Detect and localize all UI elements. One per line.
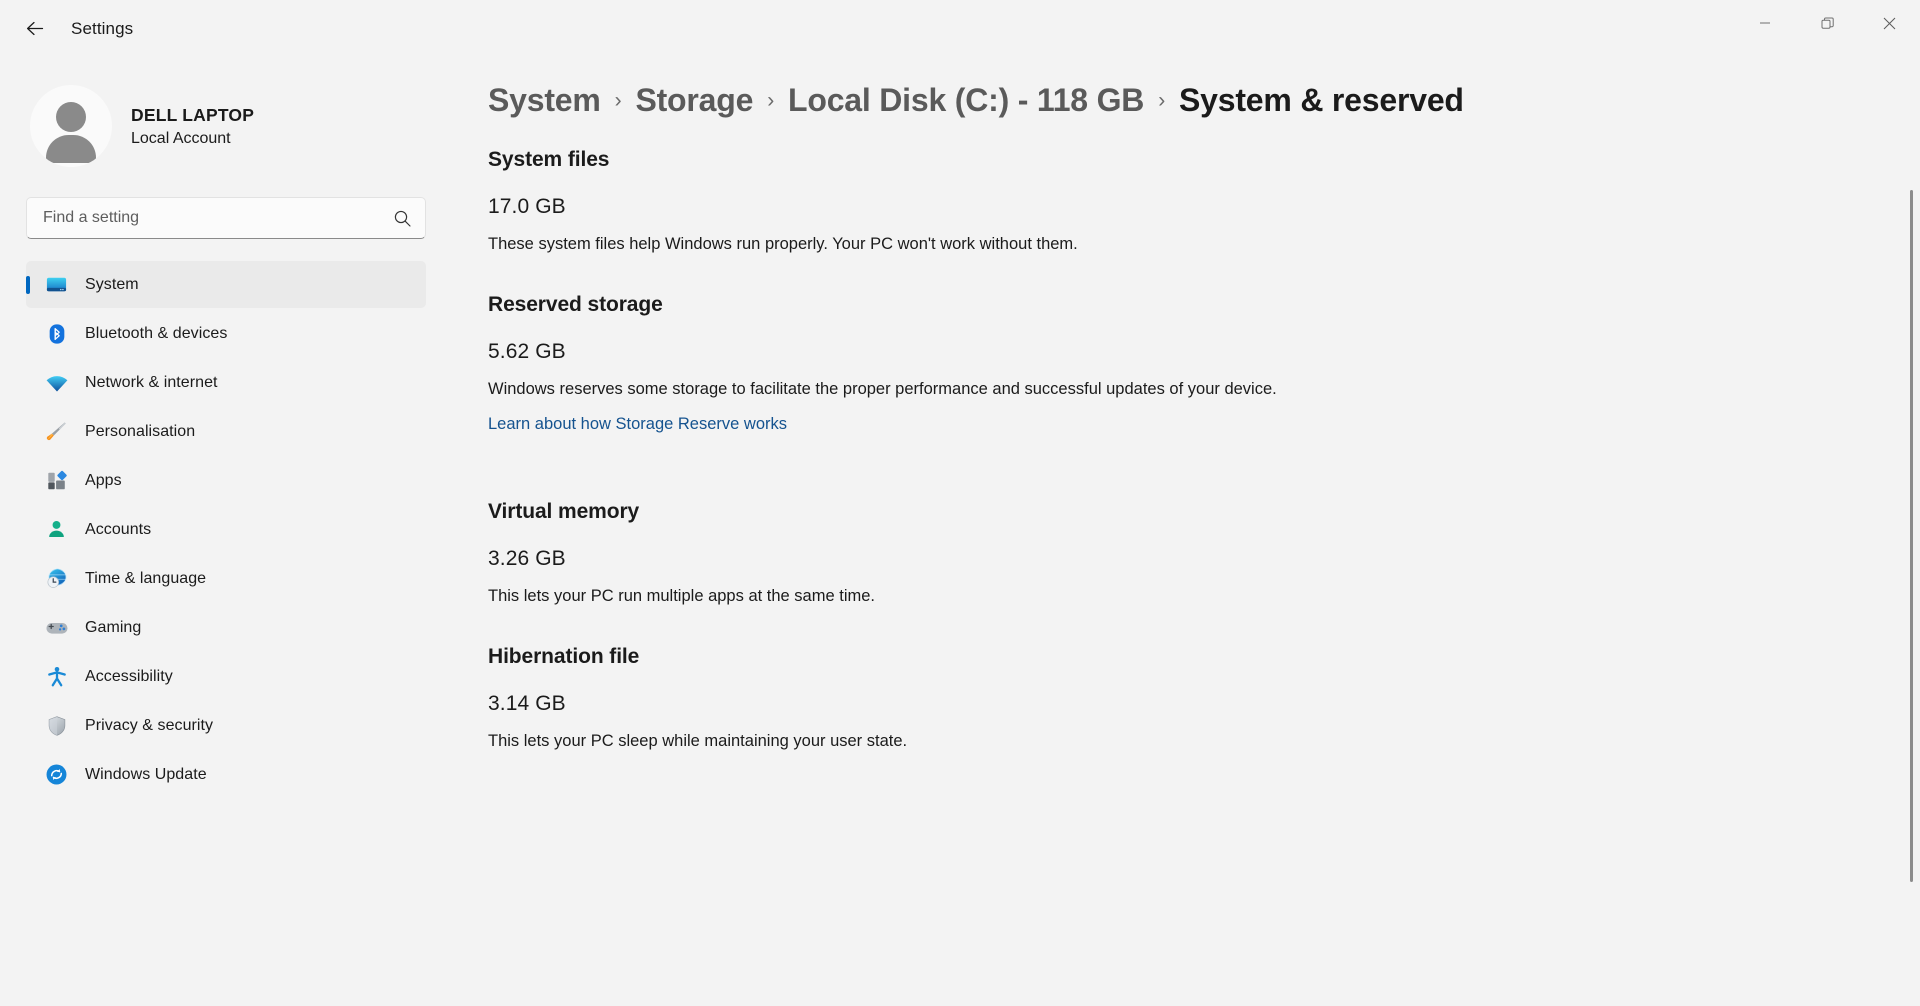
sidebar-item-time-language[interactable]: Time & language bbox=[26, 555, 426, 602]
section-heading: Hibernation file bbox=[488, 644, 640, 668]
section-description: These system files help Windows run prop… bbox=[488, 235, 1078, 253]
title-bar: Settings bbox=[0, 0, 1920, 57]
section-value: 17.0 GB bbox=[488, 195, 566, 218]
section-virtual-memory: Virtual memory 3.26 GB This lets your PC… bbox=[488, 500, 1920, 609]
breadcrumb-item-current: System & reserved bbox=[1178, 82, 1464, 118]
search-icon[interactable] bbox=[393, 209, 412, 228]
account-text: DELL LAPTOP Local Account bbox=[131, 104, 254, 148]
breadcrumb-item-local-disk[interactable]: Local Disk (C:) - 118 GB bbox=[788, 82, 1144, 119]
sidebar-item-label: Network & internet bbox=[85, 373, 218, 391]
update-icon bbox=[44, 762, 69, 787]
restore-icon bbox=[1821, 17, 1834, 29]
sidebar-item-personalisation[interactable]: Personalisation bbox=[26, 408, 426, 455]
section-value: 3.14 GB bbox=[488, 691, 566, 715]
paintbrush-icon bbox=[44, 419, 69, 444]
breadcrumb-separator: › bbox=[614, 89, 622, 112]
account-name: DELL LAPTOP bbox=[131, 105, 255, 126]
sidebar-item-label: Personalisation bbox=[85, 422, 196, 440]
wifi-icon bbox=[44, 370, 69, 395]
search-box[interactable] bbox=[26, 197, 426, 239]
close-icon bbox=[1883, 17, 1895, 29]
section-description: This lets your PC run multiple apps at t… bbox=[488, 586, 875, 605]
section-value: 5.62 GB bbox=[488, 339, 566, 363]
section-reserved-storage: Reserved storage 5.62 GB Windows reserve… bbox=[488, 293, 1920, 434]
avatar-body bbox=[46, 135, 96, 163]
section-heading: System files bbox=[488, 148, 610, 171]
section-heading: Reserved storage bbox=[488, 292, 663, 316]
breadcrumb-separator: › bbox=[767, 89, 774, 112]
back-arrow-icon bbox=[26, 21, 43, 36]
close-button[interactable] bbox=[1858, 0, 1920, 46]
bluetooth-icon bbox=[44, 321, 69, 346]
sidebar: DELL LAPTOP Local Account Find a setting… bbox=[0, 57, 452, 1006]
section-description: Windows reserves some storage to facilit… bbox=[488, 379, 1277, 398]
accessibility-icon bbox=[44, 664, 69, 689]
sidebar-item-network-internet[interactable]: Network & internet bbox=[26, 359, 426, 406]
breadcrumb-separator: › bbox=[1158, 89, 1165, 112]
sidebar-item-label: Bluetooth & devices bbox=[85, 324, 228, 342]
sidebar-item-windows-update[interactable]: Windows Update bbox=[26, 751, 426, 798]
section-hibernation-file: Hibernation file 3.14 GB This lets your … bbox=[488, 645, 1920, 754]
sidebar-nav: System Bluetooth & devices Network & int… bbox=[26, 261, 426, 798]
vertical-scrollbar[interactable] bbox=[1910, 190, 1913, 882]
sidebar-item-label: Accessibility bbox=[85, 667, 173, 685]
gamepad-icon bbox=[44, 615, 69, 640]
section-heading: Virtual memory bbox=[488, 499, 640, 523]
sidebar-item-privacy-security[interactable]: Privacy & security bbox=[26, 702, 426, 749]
sidebar-item-system[interactable]: System bbox=[26, 261, 426, 308]
account-type: Local Account bbox=[131, 129, 231, 147]
shield-icon bbox=[44, 713, 69, 738]
section-system-files: System files 17.0 GB These system files … bbox=[488, 148, 1920, 257]
apps-icon bbox=[44, 468, 69, 493]
sidebar-item-accessibility[interactable]: Accessibility bbox=[26, 653, 426, 700]
breadcrumb: System › Storage › Local Disk (C:) - 118… bbox=[488, 82, 1920, 119]
sidebar-item-gaming[interactable]: Gaming bbox=[26, 604, 426, 651]
window-controls bbox=[1734, 0, 1920, 46]
sidebar-item-accounts[interactable]: Accounts bbox=[26, 506, 426, 553]
sidebar-item-label: Time & language bbox=[85, 569, 207, 587]
minimize-icon bbox=[1760, 22, 1770, 24]
account-card[interactable]: DELL LAPTOP Local Account bbox=[30, 85, 426, 167]
search-input[interactable] bbox=[43, 209, 393, 227]
sidebar-item-label: System bbox=[85, 275, 139, 293]
app-title: Settings bbox=[71, 18, 134, 38]
person-icon bbox=[44, 517, 69, 542]
sidebar-item-label: Privacy & security bbox=[85, 716, 214, 734]
minimize-button[interactable] bbox=[1734, 0, 1796, 46]
section-value: 3.26 GB bbox=[488, 546, 566, 570]
back-button[interactable] bbox=[14, 9, 54, 49]
settings-window: Settings DELL LAPTOP Local Account Find … bbox=[0, 0, 1920, 1006]
section-description: This lets your PC sleep while maintainin… bbox=[488, 731, 908, 750]
sidebar-item-label: Apps bbox=[85, 471, 122, 489]
sidebar-item-apps[interactable]: Apps bbox=[26, 457, 426, 504]
sidebar-item-label: Gaming bbox=[85, 618, 142, 636]
breadcrumb-item-system[interactable]: System bbox=[488, 82, 601, 119]
sidebar-item-label: Windows Update bbox=[85, 765, 207, 783]
breadcrumb-item-storage[interactable]: Storage bbox=[635, 82, 753, 119]
storage-reserve-link[interactable]: Learn about how Storage Reserve works bbox=[488, 415, 787, 434]
sidebar-item-bluetooth-devices[interactable]: Bluetooth & devices bbox=[26, 310, 426, 357]
main-content: System › Storage › Local Disk (C:) - 118… bbox=[452, 57, 1920, 1006]
clock-globe-icon bbox=[44, 566, 69, 591]
sidebar-item-label: Accounts bbox=[85, 520, 152, 538]
avatar-head bbox=[56, 102, 86, 132]
monitor-icon bbox=[44, 272, 69, 297]
avatar bbox=[30, 85, 112, 167]
restore-button[interactable] bbox=[1796, 0, 1858, 46]
